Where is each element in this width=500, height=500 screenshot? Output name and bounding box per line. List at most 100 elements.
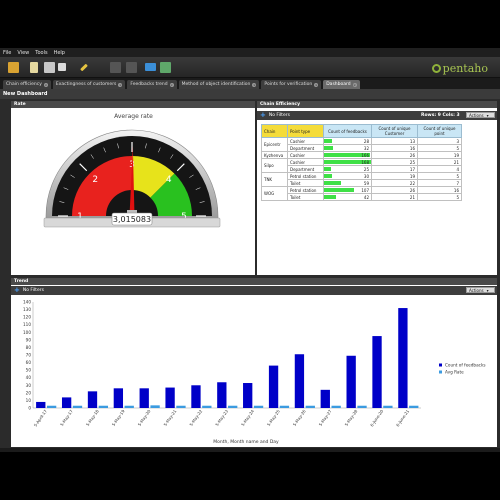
bar-avg-rate[interactable] bbox=[383, 405, 393, 408]
bar-feedbacks[interactable] bbox=[346, 355, 356, 408]
tab-method-identification[interactable]: Method of object identification × bbox=[178, 80, 260, 89]
close-icon[interactable]: × bbox=[43, 82, 48, 87]
x-tick-label: 5-May-19 bbox=[111, 408, 126, 427]
column-header[interactable]: Point type bbox=[287, 124, 324, 138]
bar-avg-rate[interactable] bbox=[150, 405, 160, 408]
bar-avg-rate[interactable] bbox=[279, 405, 290, 408]
status-bar bbox=[0, 448, 500, 452]
table-row: Kyzhenva Cashier 166 26 19 bbox=[261, 151, 462, 159]
gauge-tick-label: 2 bbox=[92, 175, 98, 185]
save-icon[interactable] bbox=[44, 62, 55, 73]
point-type-cell: Department bbox=[287, 165, 324, 173]
tab-chain-efficiency[interactable]: Chain efficiency × bbox=[3, 80, 51, 89]
bar-feedbacks[interactable] bbox=[36, 401, 46, 408]
feedbacks-cell: 32 bbox=[323, 144, 372, 152]
refresh-icon[interactable] bbox=[160, 62, 171, 73]
legend-label: Avg Rate bbox=[445, 370, 464, 375]
bar-feedbacks[interactable] bbox=[61, 397, 72, 408]
bar-avg-rate[interactable] bbox=[202, 405, 212, 408]
bar-feedbacks[interactable] bbox=[217, 382, 227, 408]
trend-actions-dropdown[interactable]: Actions ▾ bbox=[466, 287, 495, 293]
table-row: Department 32 16 5 bbox=[262, 144, 462, 152]
table-row: WOG Petrol station 107 26 16 bbox=[261, 186, 462, 201]
x-tick-label: 6-June-21 bbox=[395, 408, 411, 427]
column-header[interactable]: Count of unique Customer bbox=[371, 124, 418, 138]
feedbacks-bar bbox=[324, 181, 341, 185]
menu-help[interactable]: Help bbox=[54, 50, 65, 56]
point-type-cell: Cashier bbox=[287, 151, 324, 159]
bar-avg-rate[interactable] bbox=[46, 405, 57, 408]
bar-avg-rate[interactable] bbox=[176, 405, 186, 408]
bar-avg-rate[interactable] bbox=[253, 405, 264, 408]
chevron-down-icon: ▾ bbox=[486, 112, 489, 118]
feedbacks-value: 42 bbox=[363, 194, 369, 200]
bar-feedbacks[interactable] bbox=[268, 365, 279, 408]
feedbacks-cell: 30 bbox=[323, 172, 372, 180]
monitor-icon[interactable] bbox=[145, 63, 156, 71]
close-icon[interactable]: × bbox=[352, 82, 357, 87]
close-icon[interactable]: × bbox=[252, 82, 257, 87]
menu-file[interactable]: File bbox=[3, 50, 11, 56]
feedbacks-value: 25 bbox=[363, 166, 369, 172]
bar-avg-rate[interactable] bbox=[228, 405, 238, 408]
bar-feedbacks[interactable] bbox=[372, 336, 382, 408]
menu-view[interactable]: View bbox=[17, 50, 29, 56]
copy-icon[interactable] bbox=[126, 62, 137, 73]
feedbacks-bar bbox=[324, 139, 332, 143]
bar-avg-rate[interactable] bbox=[98, 405, 109, 408]
column-header[interactable]: Count of feedbacks bbox=[323, 124, 372, 138]
bar-feedbacks[interactable] bbox=[398, 308, 408, 408]
bar-feedbacks[interactable] bbox=[165, 387, 175, 408]
save-as-icon[interactable] bbox=[58, 63, 66, 71]
tab-label: Points for verification bbox=[264, 82, 313, 87]
legend-swatch bbox=[439, 363, 442, 367]
tab-label: Method of object identification bbox=[181, 82, 251, 87]
bar-feedbacks[interactable] bbox=[191, 385, 201, 408]
pencil-icon[interactable] bbox=[80, 63, 88, 72]
bar-avg-rate[interactable] bbox=[409, 405, 419, 408]
gauge-title: Average rate bbox=[114, 113, 153, 120]
bar-feedbacks[interactable] bbox=[113, 388, 124, 408]
cut-icon[interactable] bbox=[110, 62, 121, 73]
bar-feedbacks[interactable] bbox=[139, 388, 149, 408]
column-header[interactable]: Count of unique point bbox=[417, 124, 462, 138]
table-row: Toilet 59 22 7 bbox=[262, 179, 462, 187]
x-tick-label: 5-May-24 bbox=[240, 408, 255, 427]
bar-feedbacks[interactable] bbox=[320, 389, 330, 408]
y-tick-label: 100 bbox=[23, 330, 31, 335]
close-icon[interactable]: × bbox=[169, 82, 174, 87]
feedbacks-cell: 59 bbox=[323, 179, 372, 187]
feedbacks-cell: 28 bbox=[323, 137, 372, 145]
open-folder-icon[interactable] bbox=[8, 62, 19, 73]
tab-label: Exactingness of customers bbox=[55, 82, 117, 87]
feedbacks-cell: 168 bbox=[323, 158, 372, 166]
bar-avg-rate[interactable] bbox=[72, 405, 83, 408]
close-icon[interactable]: × bbox=[314, 82, 319, 87]
add-filter-icon[interactable]: + bbox=[14, 287, 20, 294]
tab-dashboard[interactable]: Dashboard × bbox=[323, 80, 360, 89]
column-header[interactable]: Chain bbox=[261, 124, 288, 138]
y-tick-label: 30 bbox=[26, 383, 32, 388]
bar-feedbacks[interactable] bbox=[243, 383, 253, 408]
tab-feedbacks-trend[interactable]: Feedbacks trend × bbox=[127, 80, 177, 89]
close-icon[interactable]: × bbox=[118, 82, 123, 87]
feedbacks-value: 30 bbox=[363, 173, 369, 179]
customers-cell: 16 bbox=[371, 144, 418, 152]
bar-feedbacks[interactable] bbox=[87, 391, 98, 408]
new-document-icon[interactable] bbox=[30, 62, 38, 73]
y-tick-label: 10 bbox=[26, 398, 32, 403]
tab-exactingness[interactable]: Exactingness of customers × bbox=[52, 80, 126, 89]
customers-cell: 26 bbox=[371, 186, 418, 194]
chain-actions-dropdown[interactable]: Actions ▾ bbox=[466, 112, 495, 118]
bar-avg-rate[interactable] bbox=[305, 405, 315, 408]
menu-tools[interactable]: Tools bbox=[35, 50, 47, 56]
bar-feedbacks[interactable] bbox=[294, 354, 305, 408]
tab-points-verification[interactable]: Points for verification × bbox=[261, 80, 322, 89]
bar-avg-rate[interactable] bbox=[357, 405, 367, 408]
feedbacks-cell: 25 bbox=[323, 165, 372, 173]
add-filter-icon[interactable]: + bbox=[260, 112, 266, 119]
points-cell: 3 bbox=[417, 137, 462, 145]
x-tick-label: 5-May-17 bbox=[59, 408, 74, 427]
bar-avg-rate[interactable] bbox=[331, 405, 341, 408]
bar-avg-rate[interactable] bbox=[124, 405, 134, 408]
